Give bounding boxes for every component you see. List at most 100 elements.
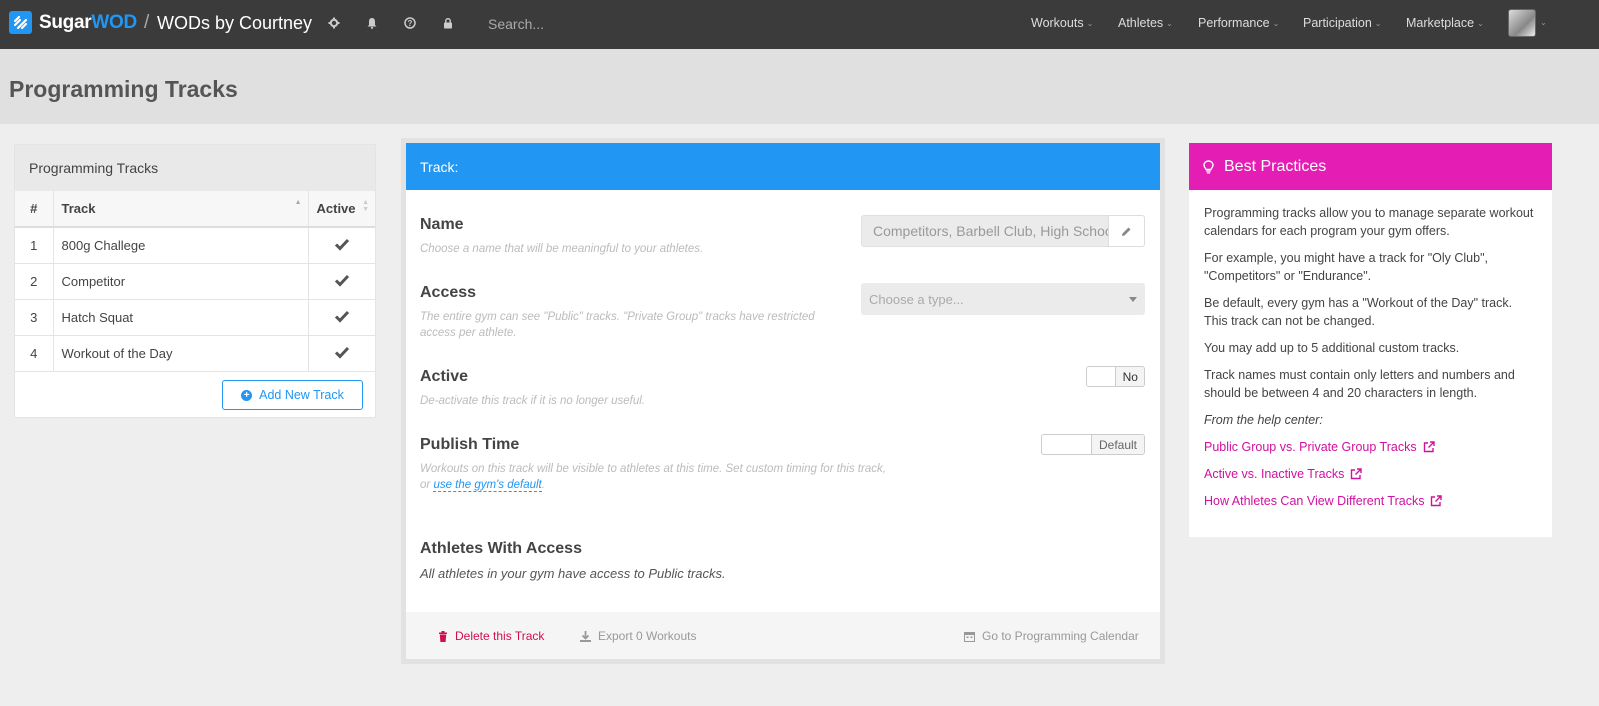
brand-logo[interactable]: SugarWOD — [39, 12, 137, 34]
nav-athletes[interactable]: Athletes ⌄ — [1118, 16, 1173, 30]
brand-wod: WOD — [91, 12, 137, 33]
chevron-down-icon[interactable]: ⌄ — [1540, 18, 1547, 27]
active-check-icon — [308, 227, 375, 264]
sort-icon: ▲ ▼ — [362, 199, 369, 213]
download-icon — [580, 630, 591, 642]
external-link-icon — [1351, 468, 1363, 480]
add-new-track-label: Add New Track — [259, 388, 344, 402]
publish-toggle-label: Default — [1092, 435, 1144, 454]
best-practices-title: Best Practices — [1224, 157, 1327, 175]
best-practice-paragraph: You may add up to 5 additional custom tr… — [1204, 341, 1460, 355]
column-header-num[interactable]: # — [15, 191, 54, 228]
delete-track-button[interactable]: Delete this Track — [438, 629, 544, 643]
row-track-name[interactable]: Hatch Squat — [53, 299, 309, 336]
chevron-down-icon: ⌄ — [1086, 18, 1094, 28]
chevron-down-icon: ⌄ — [1166, 18, 1173, 28]
add-new-track-button[interactable]: + Add New Track — [222, 380, 363, 410]
track-form-panel: Track: Name Choose a name that will be m… — [406, 143, 1160, 659]
toggle-knob — [1042, 435, 1092, 454]
nav-performance[interactable]: Performance ⌄ — [1198, 16, 1279, 30]
table-row[interactable]: 3 Hatch Squat — [15, 299, 375, 336]
best-practices-panel: Best Practices Programming tracks allow … — [1189, 143, 1552, 537]
tracks-panel-title: Programming Tracks — [15, 145, 375, 191]
table-row[interactable]: 1 800g Challege — [15, 227, 375, 264]
name-label: Name — [420, 216, 464, 233]
row-num: 1 — [15, 227, 54, 264]
row-track-name[interactable]: Competitor — [53, 263, 309, 300]
bell-icon[interactable] — [365, 16, 379, 30]
edit-name-button[interactable] — [1108, 215, 1145, 247]
row-track-name[interactable]: 800g Challege — [53, 227, 309, 264]
search-input[interactable] — [488, 14, 748, 34]
chevron-down-icon: ⌄ — [1477, 18, 1484, 28]
column-header-label: Active — [316, 201, 356, 216]
toggle-knob — [1087, 367, 1117, 386]
help-center-label: From the help center: — [1204, 413, 1323, 427]
nav-label: Marketplace — [1406, 16, 1475, 30]
chevron-down-icon: ⌄ — [1374, 18, 1382, 28]
active-check-icon — [308, 299, 375, 336]
track-form-header: Track: — [406, 143, 1160, 190]
help-link-view-tracks[interactable]: How Athletes Can View Different Tracks — [1204, 492, 1537, 510]
nav-participation[interactable]: Participation ⌄ — [1303, 16, 1382, 30]
column-header-active[interactable]: Active ▲ ▼ — [308, 191, 375, 228]
publish-time-toggle[interactable]: Default — [1041, 434, 1145, 455]
access-select-placeholder: Choose a type... — [869, 291, 964, 307]
lock-icon[interactable] — [441, 16, 455, 30]
help-link-public-private[interactable]: Public Group vs. Private Group Tracks — [1204, 438, 1537, 456]
nav-label: Performance — [1198, 16, 1270, 30]
export-workouts-label: Export 0 Workouts — [598, 629, 697, 643]
export-workouts-button[interactable]: Export 0 Workouts — [580, 629, 696, 643]
best-practices-header: Best Practices — [1189, 143, 1552, 190]
active-toggle[interactable]: No — [1086, 366, 1145, 387]
best-practices-body: Programming tracks allow you to manage s… — [1189, 190, 1552, 533]
lightbulb-icon — [1203, 159, 1214, 173]
nav-marketplace[interactable]: Marketplace ⌄ — [1406, 16, 1484, 30]
column-header-track[interactable]: Track ▲ — [53, 191, 309, 228]
calendar-icon — [964, 631, 975, 642]
row-track-name[interactable]: Workout of the Day — [53, 335, 309, 372]
active-help: De-activate this track if it is no longe… — [420, 395, 645, 407]
brand-separator: / — [144, 12, 150, 33]
access-type-select[interactable]: Choose a type... — [861, 283, 1145, 315]
top-navbar: SugarWOD / WODs by Courtney ? Workouts⌄ … — [0, 0, 1599, 49]
table-row[interactable]: 2 Competitor — [15, 263, 375, 300]
publish-time-help: Workouts on this track will be visible t… — [420, 461, 910, 493]
pencil-icon — [1122, 227, 1131, 236]
name-help: Choose a name that will be meaningful to… — [420, 243, 704, 255]
avatar[interactable] — [1508, 9, 1536, 37]
question-icon[interactable]: ? — [403, 16, 417, 30]
chevron-down-icon: ⌄ — [1272, 18, 1280, 28]
help-link-label: How Athletes Can View Different Tracks — [1204, 494, 1425, 508]
publish-help-end: . — [541, 479, 545, 491]
table-row[interactable]: 4 Workout of the Day — [15, 335, 375, 372]
sugarwod-logo-icon[interactable] — [9, 11, 32, 34]
active-label: Active — [420, 368, 469, 385]
best-practice-paragraph: Track names must contain only letters an… — [1204, 368, 1515, 400]
row-num: 4 — [15, 335, 54, 372]
gym-name[interactable]: WODs by Courtney — [157, 13, 312, 34]
publish-time-label: Publish Time — [420, 436, 520, 453]
publish-help-text: Workouts on this track will be visible t… — [420, 463, 886, 475]
best-practice-paragraph: Be default, every gym has a "Workout of … — [1204, 296, 1513, 328]
publish-help-or: or — [420, 479, 431, 491]
best-practice-paragraph: Programming tracks allow you to manage s… — [1204, 206, 1534, 238]
access-help: The entire gym can see "Public" tracks. … — [420, 311, 815, 339]
sort-asc-icon: ▲ — [294, 199, 302, 206]
nav-workouts[interactable]: Workouts ⌄ — [1031, 16, 1093, 30]
caret-down-icon — [1129, 296, 1137, 302]
active-check-icon — [308, 263, 375, 300]
nav-label: Athletes — [1118, 16, 1164, 30]
track-name-input[interactable]: Competitors, Barbell Club, High School — [861, 215, 1109, 247]
use-gym-default-link[interactable]: use the gym's default — [433, 479, 542, 492]
go-to-calendar-label: Go to Programming Calendar — [982, 629, 1139, 643]
athletes-with-access-label: Athletes With Access — [420, 540, 582, 557]
go-to-calendar-button[interactable]: Go to Programming Calendar — [964, 629, 1139, 643]
tracks-table: # Track ▲ Active ▲ ▼ 1 800g Challege 2 Comp… — [15, 191, 375, 372]
help-link-active-inactive[interactable]: Active vs. Inactive Tracks — [1204, 465, 1537, 483]
svg-text:?: ? — [408, 19, 413, 28]
delete-track-label: Delete this Track — [455, 629, 545, 643]
brand-sugar: Sugar — [39, 12, 92, 33]
gear-icon[interactable] — [327, 16, 341, 30]
active-toggle-label: No — [1116, 367, 1144, 386]
